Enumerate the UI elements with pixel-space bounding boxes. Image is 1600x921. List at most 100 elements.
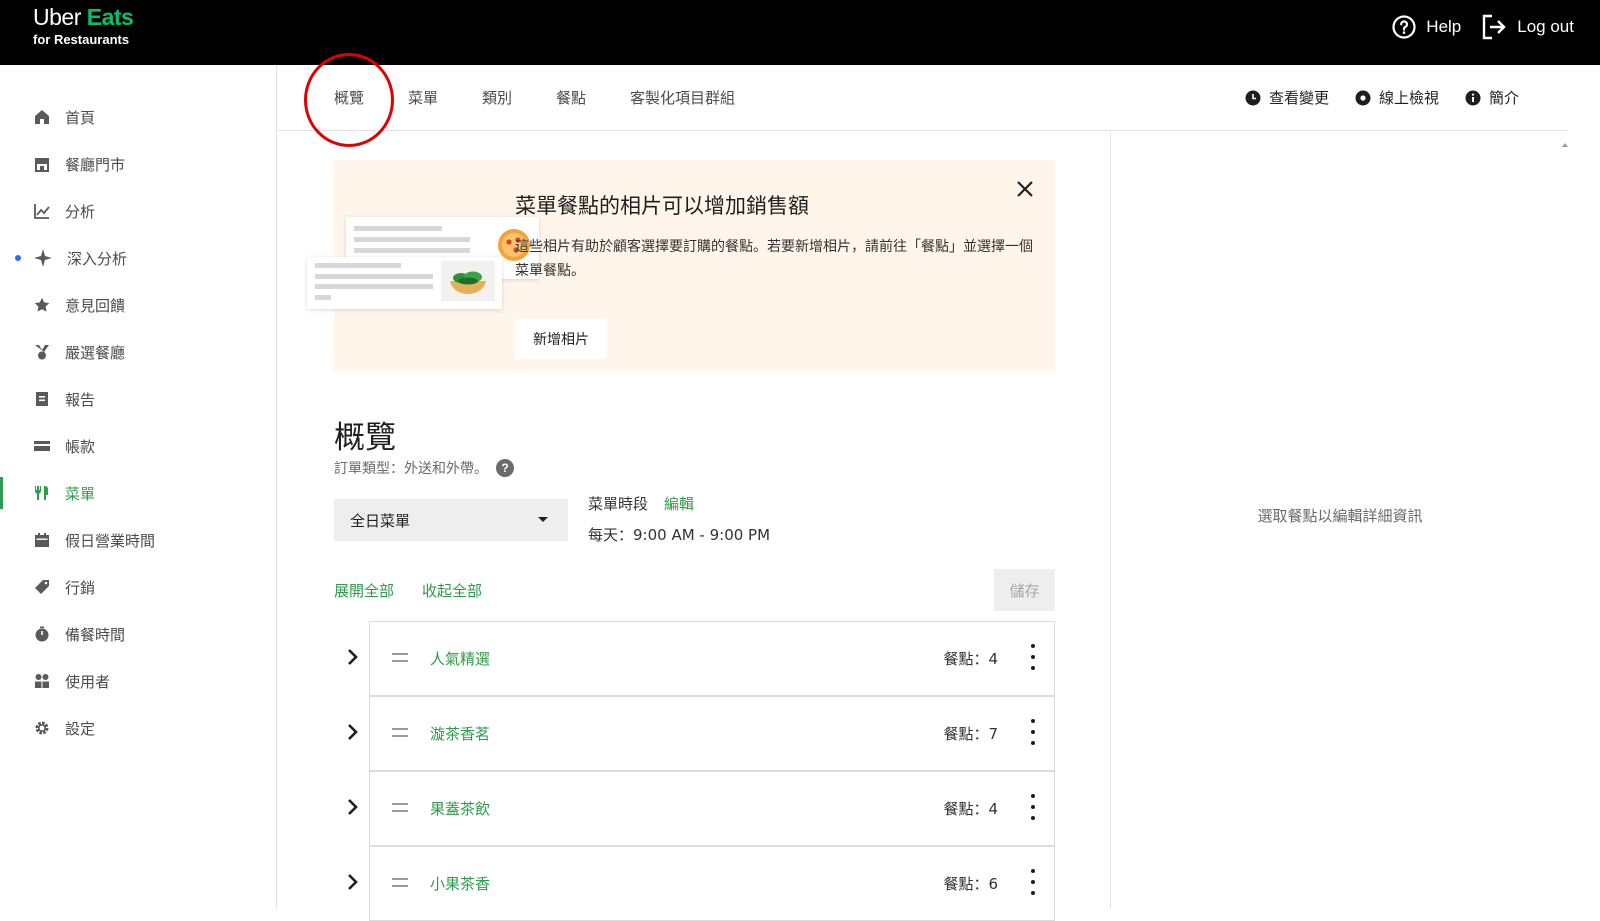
more-options-icon[interactable]: [1028, 794, 1038, 822]
gear-icon: [33, 719, 51, 737]
sidebar-item-menu[interactable]: 菜單: [0, 473, 276, 513]
menu-select-value: 全日菜單: [350, 511, 411, 530]
sidebar-item-label: 使用者: [65, 672, 111, 691]
category-card[interactable]: 果蓋茶飲 餐點：4: [369, 771, 1055, 846]
sidebar-item-label: 餐廳門市: [65, 155, 126, 174]
category-name[interactable]: 果蓋茶飲: [430, 798, 490, 819]
tag-icon: [33, 578, 51, 596]
payment-icon: [33, 437, 51, 455]
more-options-icon[interactable]: [1028, 644, 1038, 672]
banner-title: 菜單餐點的相片可以增加銷售額: [515, 194, 809, 218]
sidebar-item-insights[interactable]: 深入分析: [0, 238, 276, 278]
tab-items[interactable]: 餐點: [556, 87, 586, 108]
more-options-icon[interactable]: [1028, 869, 1038, 897]
sidebar-item-label: 意見回饋: [65, 296, 126, 315]
logo-subtitle: for Restaurants: [33, 32, 130, 47]
category-card[interactable]: 小果茶香 餐點：6: [369, 846, 1055, 921]
tab-menus[interactable]: 菜單: [408, 87, 438, 108]
sidebar-item-prep-time[interactable]: 備餐時間: [0, 614, 276, 654]
add-photo-button[interactable]: 新增相片: [515, 319, 607, 359]
sidebar-item-settings[interactable]: 設定: [0, 708, 276, 748]
eye-icon: [1355, 90, 1371, 105]
uber-eats-logo[interactable]: Uber Eats for Restaurants: [33, 4, 134, 47]
sidebar-item-top-eats[interactable]: 嚴選餐廳: [0, 332, 276, 372]
scroll-up-arrow-icon[interactable]: [1562, 143, 1568, 147]
sidebar-item-label: 設定: [65, 719, 96, 738]
chevron-right-icon[interactable]: [346, 648, 360, 666]
clock-icon: [1245, 90, 1261, 105]
menu-hours-label: 菜單時段: [588, 495, 649, 513]
help-button[interactable]: Help: [1392, 15, 1461, 39]
drag-handle-icon[interactable]: [392, 653, 408, 663]
menu-hours-value: 每天：9:00 AM - 9:00 PM: [588, 526, 771, 544]
drag-handle-icon[interactable]: [392, 878, 408, 888]
photo-promo-banner: 菜單餐點的相片可以增加銷售額 這些相片有助於顧客選擇要訂購的餐點。若要新增相片，…: [307, 160, 1055, 371]
sidebar-item-payments[interactable]: 帳款: [0, 426, 276, 466]
chart-icon: [33, 202, 51, 220]
tab-overview[interactable]: 概覽: [334, 87, 364, 108]
expand-all-link[interactable]: 展開全部: [334, 580, 394, 601]
sidebar-item-holiday-hours[interactable]: 假日營業時間: [0, 520, 276, 560]
users-icon: [33, 672, 51, 690]
sidebar-item-home[interactable]: 首頁: [0, 97, 276, 137]
category-card[interactable]: 人氣精選 餐點：4: [369, 621, 1055, 696]
chevron-right-icon[interactable]: [346, 798, 360, 816]
caret-down-icon: [538, 517, 548, 522]
sidebar-item-label: 帳款: [65, 437, 96, 456]
page-title: 概覽: [334, 420, 396, 456]
logout-button[interactable]: Log out: [1481, 14, 1574, 40]
sidebar: 首頁 餐廳門市 分析 深入分析 意見回饋 嚴選餐廳 報告 帳款 菜單 假日營業時…: [0, 65, 277, 909]
home-icon: [33, 108, 51, 126]
category-name[interactable]: 人氣精選: [430, 648, 490, 669]
intro-button[interactable]: 簡介: [1465, 87, 1519, 108]
help-icon: [1392, 15, 1416, 39]
menu-hours-header: 菜單時段 編輯: [588, 493, 694, 514]
close-icon[interactable]: [1014, 178, 1036, 200]
collapse-all-link[interactable]: 收起全部: [422, 580, 482, 601]
help-label: Help: [1426, 17, 1462, 36]
category-row: 小果茶香 餐點：6: [334, 846, 1055, 921]
menu-select-dropdown[interactable]: 全日菜單: [334, 499, 568, 541]
scrollbar[interactable]: [1560, 132, 1568, 909]
chevron-right-icon[interactable]: [346, 873, 360, 891]
sidebar-item-stores[interactable]: 餐廳門市: [0, 144, 276, 184]
sidebar-item-users[interactable]: 使用者: [0, 661, 276, 701]
sidebar-item-feedback[interactable]: 意見回饋: [0, 285, 276, 325]
info-icon: [1465, 90, 1481, 105]
category-name[interactable]: 漩茶香茗: [430, 723, 490, 744]
preview-online-button[interactable]: 線上檢視: [1355, 87, 1439, 108]
category-row: 果蓋茶飲 餐點：4: [334, 771, 1055, 846]
expand-collapse-links: 展開全部 收起全部: [334, 580, 482, 601]
new-indicator-dot: [15, 255, 21, 261]
sparkle-icon: [34, 249, 52, 267]
logout-icon: [1483, 14, 1506, 40]
tab-categories[interactable]: 類別: [482, 87, 512, 108]
banner-body: 這些相片有助於顧客選擇要訂購的餐點。若要新增相片，請前往「餐點」並選擇一個菜單餐…: [515, 239, 1033, 279]
help-circle-icon[interactable]: ?: [496, 459, 514, 477]
logo-eats: Eats: [86, 4, 134, 30]
top-bar: Uber Eats for Restaurants Help Log out: [0, 0, 1600, 65]
order-type-text: 訂單類型：外送和外帶。: [334, 461, 488, 477]
sidebar-item-label: 嚴選餐廳: [65, 343, 126, 362]
category-item-count: 餐點：4: [943, 650, 998, 668]
drag-handle-icon[interactable]: [392, 803, 408, 813]
tab-modifier-groups[interactable]: 客製化項目群組: [630, 87, 735, 108]
sidebar-item-label: 行銷: [65, 578, 96, 597]
sidebar-item-analytics[interactable]: 分析: [0, 191, 276, 231]
drag-handle-icon[interactable]: [392, 728, 408, 738]
view-changes-button[interactable]: 查看變更: [1245, 87, 1329, 108]
save-button[interactable]: 儲存: [994, 569, 1055, 611]
sidebar-item-label: 菜單: [65, 484, 96, 503]
sidebar-item-label: 備餐時間: [65, 625, 126, 644]
sidebar-item-label: 首頁: [65, 108, 96, 127]
category-card[interactable]: 漩茶香茗 餐點：7: [369, 696, 1055, 771]
more-options-icon[interactable]: [1028, 719, 1038, 747]
logout-label: Log out: [1517, 17, 1574, 36]
edit-hours-link[interactable]: 編輯: [664, 493, 694, 514]
category-row: 漩茶香茗 餐點：7: [334, 696, 1055, 771]
category-name[interactable]: 小果茶香: [430, 873, 490, 894]
logo-uber: Uber: [33, 4, 81, 30]
sidebar-item-marketing[interactable]: 行銷: [0, 567, 276, 607]
chevron-right-icon[interactable]: [346, 723, 360, 741]
sidebar-item-reports[interactable]: 報告: [0, 379, 276, 419]
